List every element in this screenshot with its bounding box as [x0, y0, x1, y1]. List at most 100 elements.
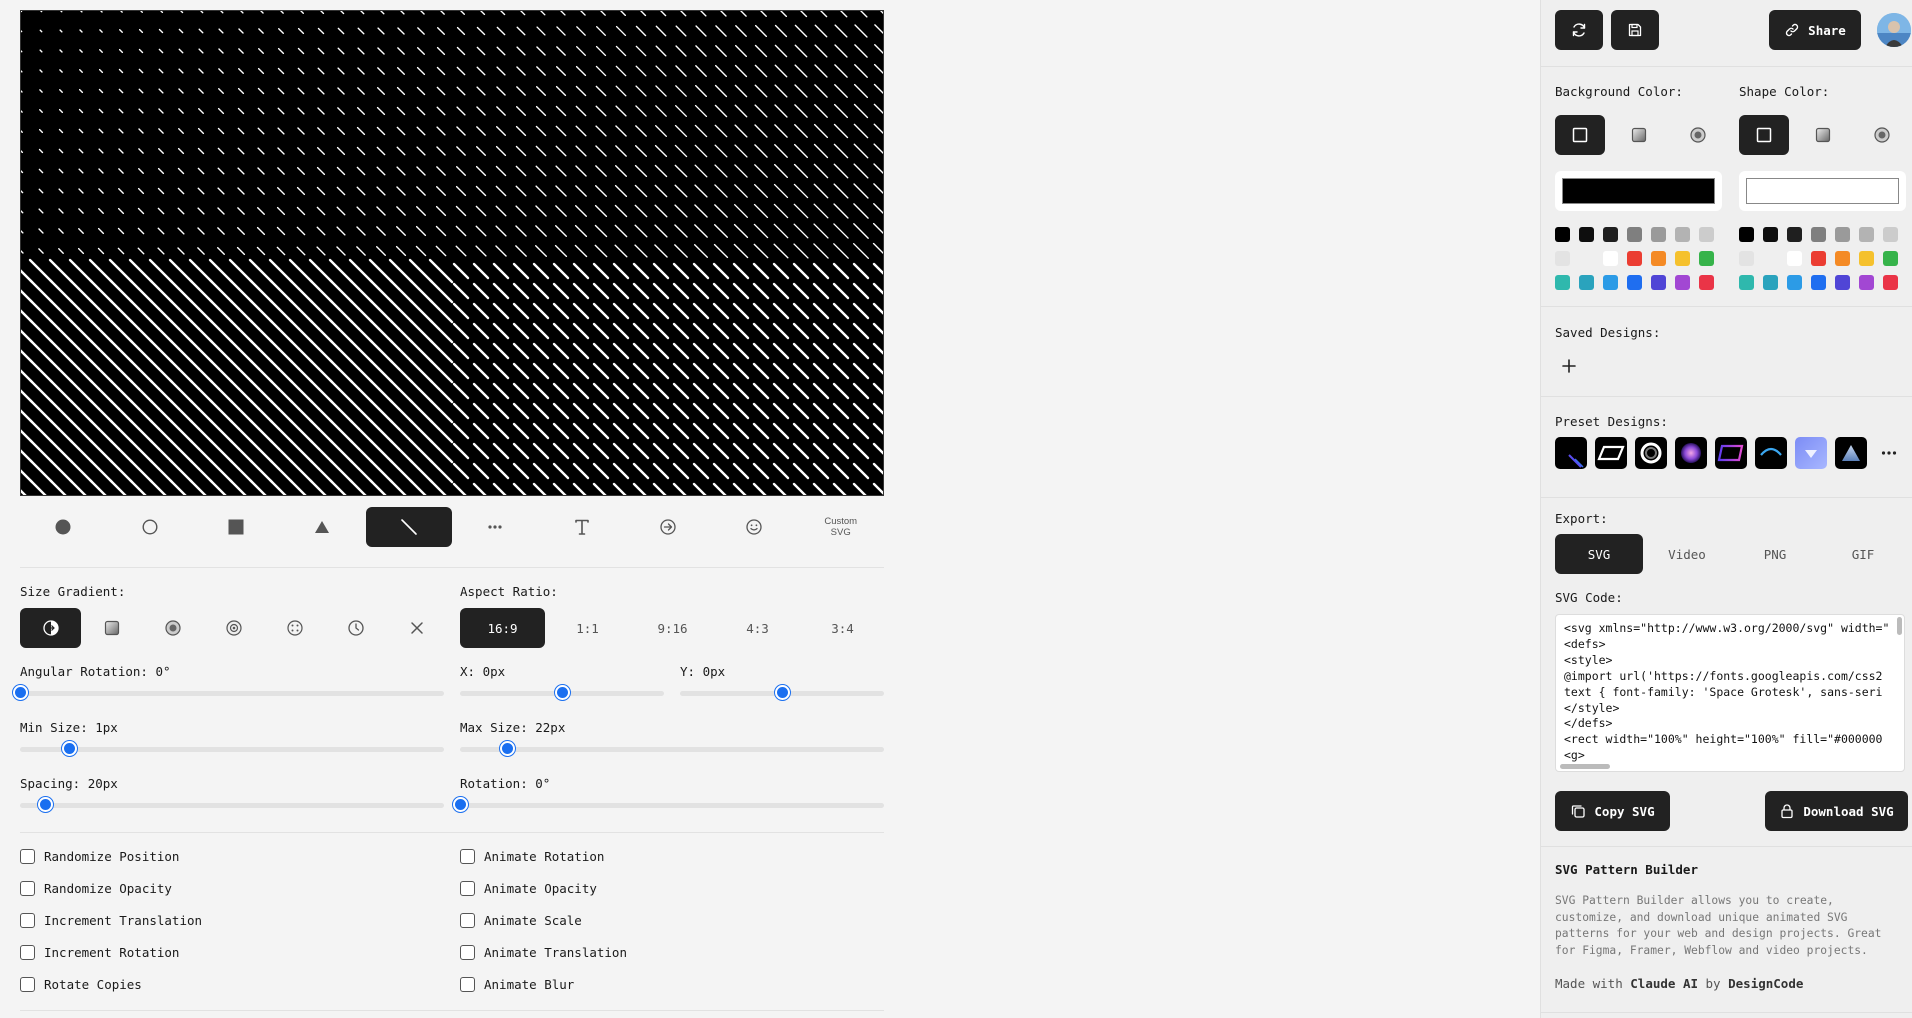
- checkbox-box[interactable]: [460, 881, 475, 896]
- animate-blur-checkbox[interactable]: Animate Blur: [460, 977, 574, 992]
- color-swatch[interactable]: [1739, 251, 1754, 266]
- avatar[interactable]: [1877, 13, 1911, 47]
- color-swatch[interactable]: [1811, 275, 1826, 290]
- color-swatch[interactable]: [1835, 275, 1850, 290]
- color-swatch[interactable]: [1835, 227, 1850, 242]
- shape-text-button[interactable]: [538, 507, 624, 547]
- color-swatch[interactable]: [1739, 227, 1754, 242]
- gradient-none-button[interactable]: [386, 608, 447, 648]
- animate-rotation-checkbox[interactable]: Animate Rotation: [460, 849, 604, 864]
- animate-opacity-checkbox[interactable]: Animate Opacity: [460, 881, 597, 896]
- color-swatch[interactable]: [1859, 275, 1874, 290]
- color-swatch[interactable]: [1651, 275, 1666, 290]
- designcode-link[interactable]: DesignCode: [1728, 976, 1803, 991]
- gradient-square-button[interactable]: [81, 608, 142, 648]
- color-swatch[interactable]: [1627, 227, 1642, 242]
- color-swatch[interactable]: [1579, 251, 1594, 266]
- more-presets-button[interactable]: [1877, 441, 1901, 465]
- checkbox-box[interactable]: [460, 945, 475, 960]
- rotation-slider[interactable]: [453, 797, 884, 813]
- color-swatch[interactable]: [1675, 275, 1690, 290]
- checkbox-box[interactable]: [20, 849, 35, 864]
- pattern-canvas[interactable]: [20, 10, 884, 496]
- angular-rotation-slider[interactable]: [13, 685, 444, 701]
- slider-thumb[interactable]: [38, 797, 54, 812]
- slider-thumb[interactable]: [555, 685, 570, 700]
- rotate-copies-checkbox[interactable]: Rotate Copies: [20, 977, 142, 992]
- slider-thumb[interactable]: [453, 797, 468, 812]
- checkbox-box[interactable]: [460, 977, 475, 992]
- preset-gradient-shape[interactable]: [1715, 437, 1747, 469]
- horizontal-scrollbar[interactable]: [1560, 764, 1610, 769]
- color-swatch[interactable]: [1883, 227, 1898, 242]
- min-size-slider[interactable]: [20, 741, 444, 757]
- randomize-position-checkbox[interactable]: Randomize Position: [20, 849, 179, 864]
- checkbox-box[interactable]: [20, 913, 35, 928]
- shape-triangle-button[interactable]: [279, 507, 365, 547]
- gradient-radial-button[interactable]: [142, 608, 203, 648]
- shape-solid-mode-button[interactable]: [1739, 115, 1789, 155]
- increment-rotation-checkbox[interactable]: Increment Rotation: [20, 945, 179, 960]
- color-swatch[interactable]: [1555, 275, 1570, 290]
- gradient-clock-button[interactable]: [325, 608, 386, 648]
- shape-arrow-button[interactable]: [625, 507, 711, 547]
- color-swatch[interactable]: [1603, 227, 1618, 242]
- max-size-slider[interactable]: [460, 741, 884, 757]
- color-swatch[interactable]: [1787, 227, 1802, 242]
- shape-dots-button[interactable]: [452, 507, 538, 547]
- refresh-button[interactable]: [1555, 10, 1603, 50]
- color-swatch[interactable]: [1763, 251, 1778, 266]
- shape-smiley-button[interactable]: [711, 507, 797, 547]
- color-swatch[interactable]: [1859, 227, 1874, 242]
- gradient-linear-button[interactable]: [20, 608, 81, 648]
- color-swatch[interactable]: [1555, 251, 1570, 266]
- animate-translation-checkbox[interactable]: Animate Translation: [460, 945, 627, 960]
- gradient-dots-button[interactable]: [264, 608, 325, 648]
- color-swatch[interactable]: [1579, 275, 1594, 290]
- color-swatch[interactable]: [1699, 227, 1714, 242]
- aspect-1-1-button[interactable]: 1:1: [545, 608, 630, 648]
- export-png-tab[interactable]: PNG: [1731, 534, 1819, 574]
- download-svg-button[interactable]: Download SVG: [1765, 791, 1908, 831]
- checkbox-box[interactable]: [20, 881, 35, 896]
- slider-thumb[interactable]: [61, 741, 77, 756]
- shape-circle-button[interactable]: [20, 507, 106, 547]
- shape-linear-mode-button[interactable]: [1798, 115, 1848, 155]
- vertical-scrollbar[interactable]: [1897, 617, 1902, 635]
- preset-arc[interactable]: [1755, 437, 1787, 469]
- color-swatch[interactable]: [1675, 251, 1690, 266]
- copy-svg-button[interactable]: Copy SVG: [1555, 791, 1670, 831]
- preset-glow[interactable]: [1795, 437, 1827, 469]
- color-swatch[interactable]: [1883, 251, 1898, 266]
- color-swatch[interactable]: [1787, 251, 1802, 266]
- export-svg-tab[interactable]: SVG: [1555, 534, 1643, 574]
- color-swatch[interactable]: [1555, 227, 1570, 242]
- shape-square-button[interactable]: [193, 507, 279, 547]
- checkbox-box[interactable]: [460, 913, 475, 928]
- add-design-button[interactable]: [1557, 354, 1581, 378]
- color-swatch[interactable]: [1811, 251, 1826, 266]
- color-swatch[interactable]: [1787, 275, 1802, 290]
- preset-triangle[interactable]: [1835, 437, 1867, 469]
- gradient-target-button[interactable]: [203, 608, 264, 648]
- aspect-9-16-button[interactable]: 9:16: [630, 608, 715, 648]
- aspect-4-3-button[interactable]: 4:3: [715, 608, 800, 648]
- color-swatch[interactable]: [1811, 227, 1826, 242]
- color-swatch[interactable]: [1675, 227, 1690, 242]
- aspect-3-4-button[interactable]: 3:4: [800, 608, 885, 648]
- shape-color-swatch[interactable]: [1746, 178, 1899, 204]
- increment-translation-checkbox[interactable]: Increment Translation: [20, 913, 202, 928]
- bg-linear-mode-button[interactable]: [1614, 115, 1664, 155]
- animate-scale-checkbox[interactable]: Animate Scale: [460, 913, 582, 928]
- color-swatch[interactable]: [1763, 227, 1778, 242]
- export-video-tab[interactable]: Video: [1643, 534, 1731, 574]
- claude-ai-link[interactable]: Claude AI: [1630, 976, 1698, 991]
- aspect-16-9-button[interactable]: 16:9: [460, 608, 545, 648]
- color-swatch[interactable]: [1627, 275, 1642, 290]
- export-gif-tab[interactable]: GIF: [1819, 534, 1907, 574]
- preset-ring[interactable]: [1635, 437, 1667, 469]
- slider-thumb[interactable]: [13, 685, 28, 700]
- color-swatch[interactable]: [1579, 227, 1594, 242]
- color-swatch[interactable]: [1835, 251, 1850, 266]
- checkbox-box[interactable]: [20, 945, 35, 960]
